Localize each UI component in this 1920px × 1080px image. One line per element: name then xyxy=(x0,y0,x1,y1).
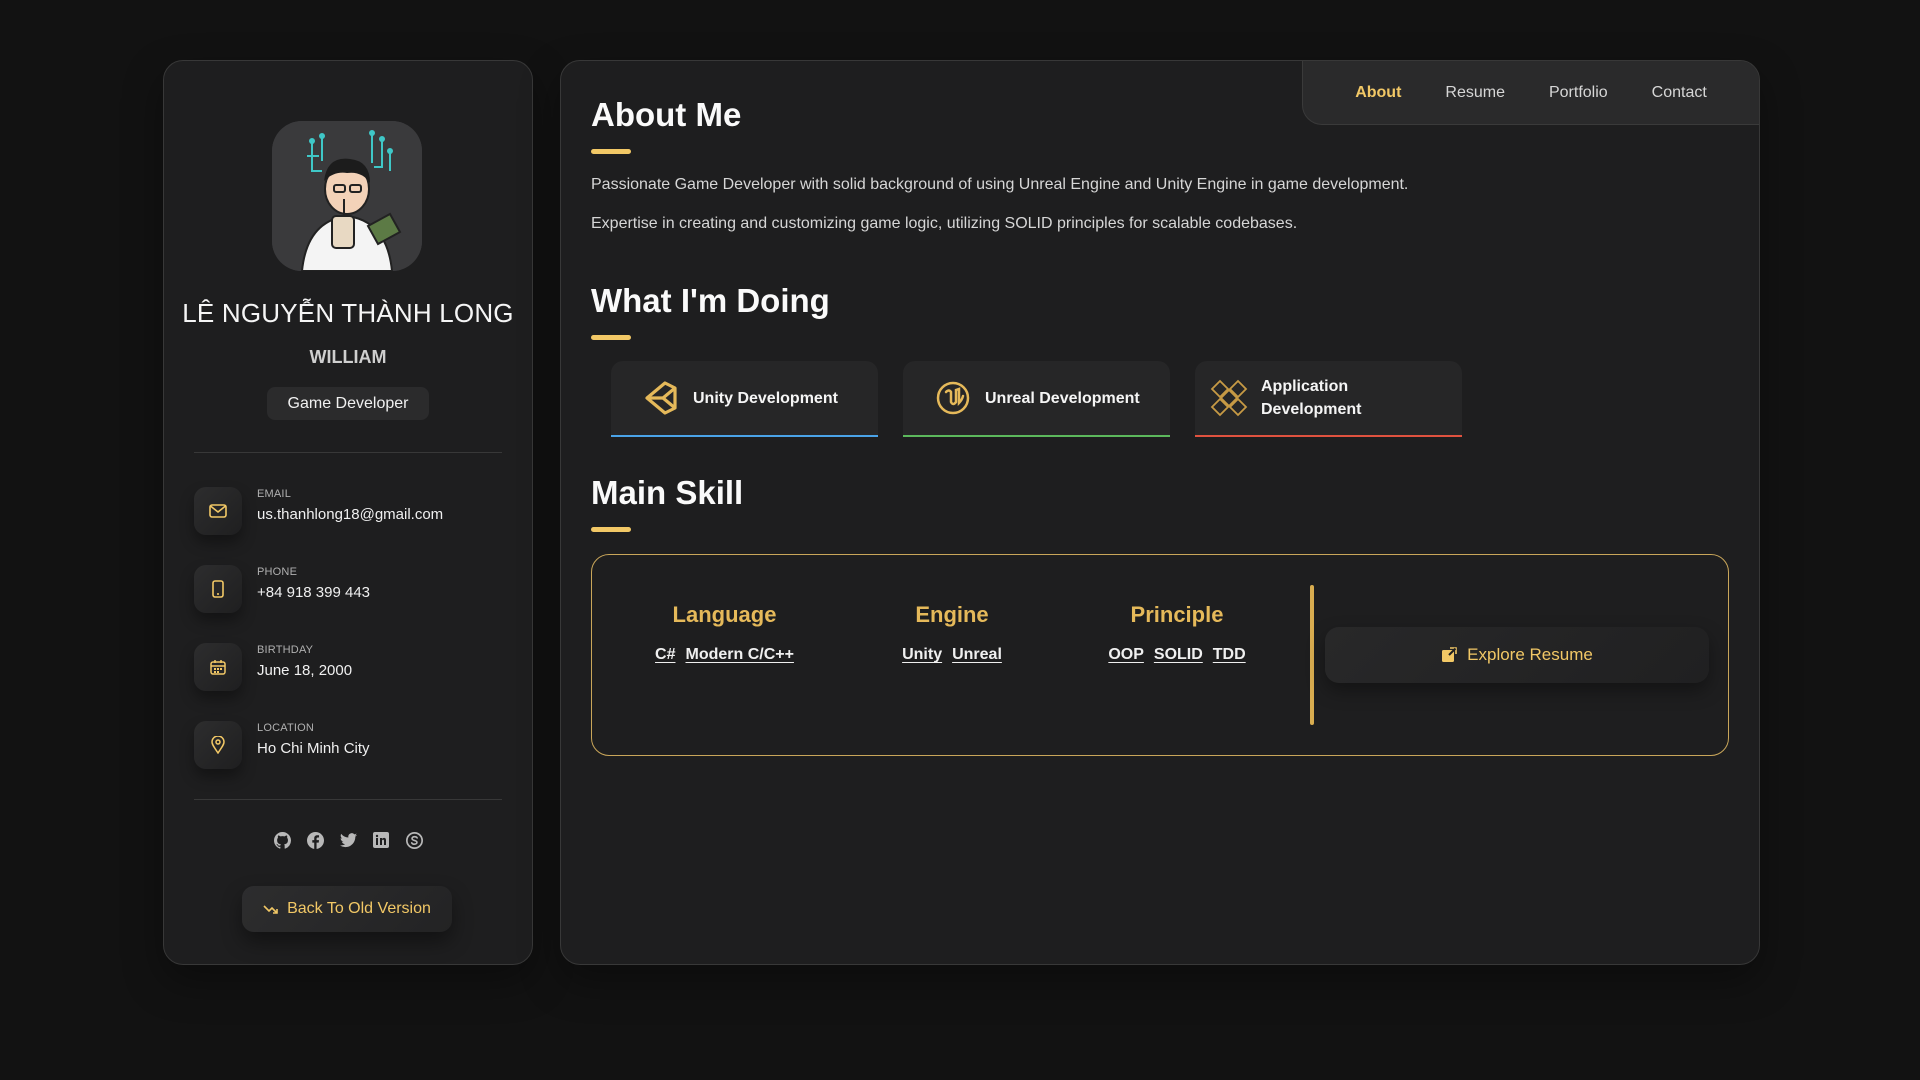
skill-item[interactable]: Modern C/C++ xyxy=(685,646,793,664)
skill-column-engine: Engine Unity Unreal xyxy=(887,602,1017,664)
trend-arrow-icon xyxy=(263,903,279,915)
title-underline xyxy=(591,149,631,154)
profile-name: LÊ NGUYỄN THÀNH LONG xyxy=(182,298,514,328)
unity-logo-icon xyxy=(641,378,681,418)
contact-email: EMAIL us.thanhlong18@gmail.com xyxy=(194,487,504,537)
mail-icon xyxy=(194,487,242,535)
contact-phone: PHONE +84 918 399 443 xyxy=(194,565,504,615)
service-title: Unreal Development xyxy=(985,389,1140,407)
skype-icon[interactable] xyxy=(405,831,423,849)
phone-link[interactable]: +84 918 399 443 xyxy=(257,584,370,601)
facebook-icon[interactable] xyxy=(306,831,324,849)
contact-label: BIRTHDAY xyxy=(257,644,314,656)
skill-column-principle: Principle OOP SOLID TDD xyxy=(1102,602,1252,664)
nav-portfolio[interactable]: Portfolio xyxy=(1549,84,1608,102)
skill-item[interactable]: Unity xyxy=(902,646,942,664)
contact-value: Ho Chi Minh City xyxy=(257,740,370,757)
social-links xyxy=(164,831,532,849)
contact-value: June 18, 2000 xyxy=(257,662,353,679)
nav-about[interactable]: About xyxy=(1355,84,1401,102)
service-card-application[interactable]: Application Development xyxy=(1195,361,1462,437)
vertical-divider xyxy=(1310,585,1314,725)
about-paragraph: Expertise in creating and customizing ga… xyxy=(591,215,1298,232)
divider xyxy=(194,799,502,800)
profile-title-badge: Game Developer xyxy=(267,387,429,420)
service-title: Application Development xyxy=(1261,378,1362,418)
calendar-icon xyxy=(194,643,242,691)
service-card-unreal[interactable]: Unreal Development xyxy=(903,361,1170,437)
explore-resume-button[interactable]: Explore Resume xyxy=(1325,627,1709,683)
service-card-unity[interactable]: Unity Development xyxy=(611,361,878,437)
nav-contact[interactable]: Contact xyxy=(1652,84,1707,102)
doing-title: What I'm Doing xyxy=(591,282,830,319)
explore-resume-label: Explore Resume xyxy=(1467,645,1593,664)
skill-column-language: Language C# Modern C/C++ xyxy=(637,602,812,664)
skill-item[interactable]: C# xyxy=(655,646,675,664)
skills-box: Language C# Modern C/C++ Engine Unity Un… xyxy=(591,554,1729,756)
skill-item[interactable]: SOLID xyxy=(1154,646,1203,664)
email-link[interactable]: us.thanhlong18@gmail.com xyxy=(257,506,443,523)
divider xyxy=(194,452,502,453)
skill-heading: Language xyxy=(672,602,777,627)
back-to-old-version-label: Back To Old Version xyxy=(287,900,431,917)
unreal-logo-icon xyxy=(933,378,973,418)
contact-label: EMAIL xyxy=(257,488,292,500)
back-to-old-version-button[interactable]: Back To Old Version xyxy=(242,886,452,932)
skill-heading: Engine xyxy=(915,602,989,627)
app-pattern-icon xyxy=(1209,378,1249,418)
nav-resume[interactable]: Resume xyxy=(1445,84,1505,102)
location-pin-icon xyxy=(194,721,242,769)
profile-nickname: WILLIAM xyxy=(309,347,387,367)
avatar-illustration-icon xyxy=(272,121,422,271)
title-underline xyxy=(591,527,631,532)
skill-heading: Principle xyxy=(1130,602,1224,627)
contact-location: LOCATION Ho Chi Minh City xyxy=(194,721,504,771)
github-icon[interactable] xyxy=(273,831,291,849)
skills-title: Main Skill xyxy=(591,474,744,511)
profile-sidebar: LÊ NGUYỄN THÀNH LONG WILLIAM Game Develo… xyxy=(163,60,533,965)
main-content: About Resume Portfolio Contact About Me … xyxy=(560,60,1760,965)
about-title: About Me xyxy=(591,96,742,133)
skill-item[interactable]: OOP xyxy=(1108,646,1144,664)
contact-label: PHONE xyxy=(257,566,298,578)
edit-icon xyxy=(1441,647,1457,663)
avatar xyxy=(272,121,422,271)
phone-icon xyxy=(194,565,242,613)
skill-item[interactable]: Unreal xyxy=(952,646,1002,664)
skill-item[interactable]: TDD xyxy=(1213,646,1246,664)
contact-label: LOCATION xyxy=(257,722,315,734)
top-navbar: About Resume Portfolio Contact xyxy=(1302,61,1759,125)
contact-birthday: BIRTHDAY June 18, 2000 xyxy=(194,643,504,693)
title-underline xyxy=(591,335,631,340)
about-paragraph: Passionate Game Developer with solid bac… xyxy=(591,176,1409,193)
twitter-icon[interactable] xyxy=(339,831,357,849)
linkedin-icon[interactable] xyxy=(372,831,390,849)
service-title: Unity Development xyxy=(693,389,838,407)
